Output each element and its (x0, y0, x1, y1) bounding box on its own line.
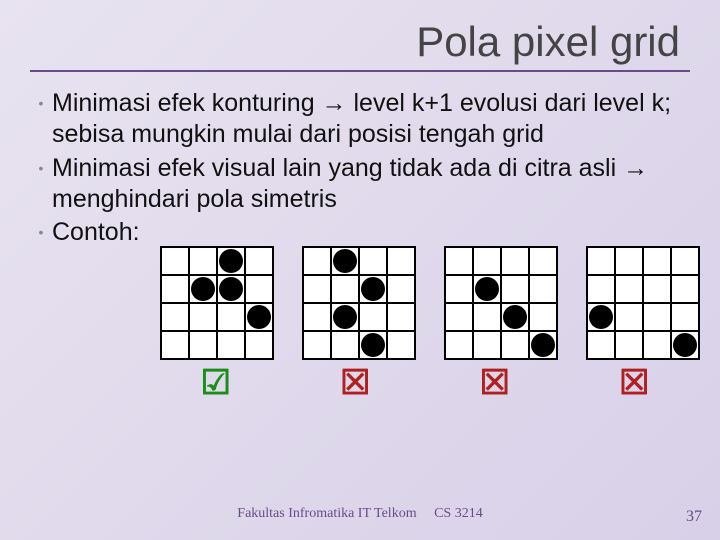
grid-cell (246, 276, 272, 302)
grid-cell (388, 304, 414, 330)
pixel-grid (444, 246, 558, 360)
pixel-grid (160, 246, 274, 360)
grid-cell (446, 276, 472, 302)
grid-cell (588, 276, 614, 302)
grid-cell (474, 304, 500, 330)
grid-cell (446, 248, 472, 274)
footer: Fakultas Infromatika IT Telkom CS 3214 (0, 506, 720, 522)
grid-cell (530, 304, 556, 330)
bullet-item: • Minimasi efek konturing → level k+1 ev… (30, 88, 690, 151)
cross-icon: ☒ (579, 366, 691, 400)
grid-cell (162, 248, 188, 274)
marks-row: ☑ ☒ ☒ ☒ (160, 366, 690, 400)
pixel-grid (302, 246, 416, 360)
grid-cell (530, 248, 556, 274)
grid-cell (190, 304, 216, 330)
grid-cell (446, 332, 472, 358)
grid-cell (672, 332, 698, 358)
grids-row (160, 246, 690, 360)
grid-cell (246, 332, 272, 358)
grid-cell (644, 276, 670, 302)
bullet-text: Contoh: (52, 217, 140, 248)
grid-cell (162, 332, 188, 358)
grid-cell (218, 276, 244, 302)
grid-cell (530, 276, 556, 302)
bullet-dot-icon: • (30, 217, 52, 248)
check-icon: ☑ (160, 366, 272, 400)
cross-icon: ☒ (439, 366, 551, 400)
grid-cell (190, 332, 216, 358)
grid-cell (304, 304, 330, 330)
grid-cell (218, 304, 244, 330)
bullet-text: Minimasi efek konturing → level k+1 evol… (52, 88, 690, 151)
slide-title: Pola pixel grid (0, 0, 720, 70)
grid-cell (588, 248, 614, 274)
cross-icon: ☒ (300, 366, 412, 400)
grid-cell (162, 276, 188, 302)
grid-cell (332, 276, 358, 302)
grid-cell (246, 248, 272, 274)
bullet-dot-icon: • (30, 153, 52, 216)
grid-cell (388, 332, 414, 358)
bullet-item: • Minimasi efek visual lain yang tidak a… (30, 153, 690, 216)
grid-cell (304, 332, 330, 358)
grid-cell (672, 248, 698, 274)
grid-cell (474, 332, 500, 358)
grid-cell (644, 304, 670, 330)
grid-cell (360, 332, 386, 358)
grid-cell (502, 248, 528, 274)
grid-cell (502, 304, 528, 330)
grid-cell (332, 304, 358, 330)
pixel-grid (586, 246, 700, 360)
bullet-text: Minimasi efek visual lain yang tidak ada… (52, 153, 690, 216)
grid-cell (588, 304, 614, 330)
grid-cell (246, 304, 272, 330)
grid-cell (218, 248, 244, 274)
grid-cell (446, 304, 472, 330)
footer-faculty: Fakultas Infromatika IT Telkom (237, 506, 416, 521)
grid-cell (304, 276, 330, 302)
grid-cell (672, 276, 698, 302)
grid-cell (616, 304, 642, 330)
grid-cell (588, 332, 614, 358)
grid-cell (616, 332, 642, 358)
grid-cell (304, 248, 330, 274)
bullet-item: • Contoh: (30, 217, 690, 248)
grid-cell (190, 276, 216, 302)
grid-cell (388, 248, 414, 274)
content-area: • Minimasi efek konturing → level k+1 ev… (0, 72, 720, 400)
grid-cell (644, 332, 670, 358)
grid-cell (332, 248, 358, 274)
grid-cell (530, 332, 556, 358)
grid-cell (672, 304, 698, 330)
grid-cell (474, 248, 500, 274)
grid-cell (644, 248, 670, 274)
grid-cell (474, 276, 500, 302)
grid-cell (502, 276, 528, 302)
bullet-dot-icon: • (30, 88, 52, 151)
grid-cell (616, 276, 642, 302)
grid-cell (190, 248, 216, 274)
grid-cell (388, 276, 414, 302)
grid-cell (616, 248, 642, 274)
page-number: 37 (686, 508, 702, 526)
grid-cell (162, 304, 188, 330)
grid-cell (360, 248, 386, 274)
footer-course: CS 3214 (434, 506, 483, 521)
grid-cell (360, 276, 386, 302)
grid-cell (332, 332, 358, 358)
grid-cell (360, 304, 386, 330)
grid-cell (502, 332, 528, 358)
grid-cell (218, 332, 244, 358)
